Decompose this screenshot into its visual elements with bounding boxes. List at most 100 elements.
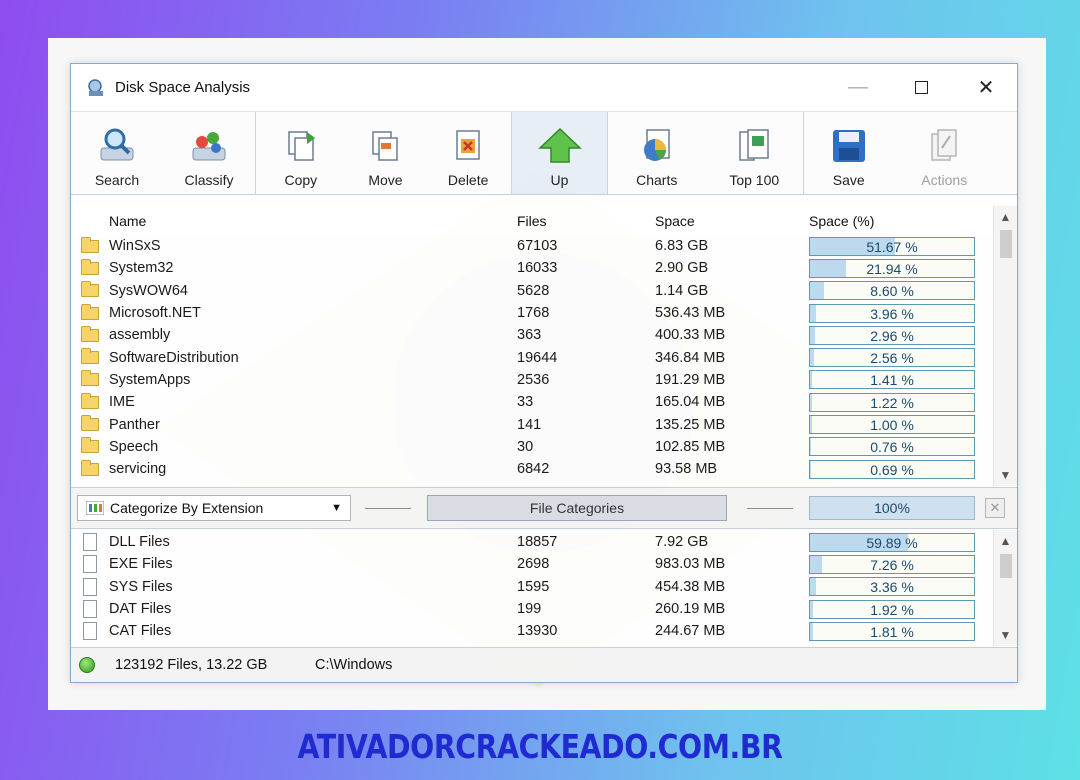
table-row[interactable]: SoftwareDistribution 19644 346.84 MB 2.56 % (71, 346, 995, 368)
delete-label: Delete (447, 172, 489, 188)
table-row[interactable]: SYS Files 1595 454.38 MB 3.36 % (71, 576, 995, 598)
folder-icon (81, 281, 99, 298)
table-row[interactable]: servicing 6842 93.58 MB 0.69 % (71, 458, 995, 480)
row-name: assembly (109, 327, 171, 344)
row-space: 6.83 GB (655, 238, 709, 255)
table-row[interactable]: DLL Files 18857 7.92 GB 59.89 % (71, 531, 995, 553)
row-files: 13930 (517, 623, 558, 640)
space-percent-bar: 1.00 % (809, 415, 975, 435)
table-row[interactable]: assembly 363 400.33 MB 2.96 % (71, 324, 995, 346)
row-space: 454.38 MB (655, 578, 726, 595)
delete-button[interactable]: Delete (425, 112, 511, 194)
actions-button[interactable]: Actions (894, 112, 995, 194)
table-row[interactable]: CAT Files 13930 244.67 MB 1.81 % (71, 620, 995, 642)
space-percent-bar: 1.41 % (809, 370, 975, 390)
scroll-down-icon[interactable]: ▼ (994, 464, 1017, 486)
up-arrow-icon (537, 127, 582, 163)
toolbar-group-file-ops: Copy Move Delete (255, 112, 511, 194)
classify-button[interactable]: Classify (163, 112, 255, 194)
row-name: System32 (109, 260, 174, 277)
move-label: Move (368, 172, 403, 188)
save-button[interactable]: Save (804, 112, 894, 194)
row-files: 30 (517, 438, 534, 455)
table-row[interactable]: SysWOW64 5628 1.14 GB 8.60 % (71, 280, 995, 302)
space-percent-text: 2.56 % (870, 350, 914, 367)
table-row[interactable]: IME 33 165.04 MB 1.22 % (71, 391, 995, 413)
app-icon (88, 78, 103, 96)
space-percent-bar: 59.89 % (809, 532, 975, 552)
space-percent-text: 21.94 % (866, 260, 918, 277)
column-files[interactable]: Files (517, 213, 655, 229)
row-name: DLL Files (109, 534, 170, 551)
categories-total: 100% (809, 496, 975, 520)
row-space: 400.33 MB (655, 327, 726, 344)
scroll-up-icon[interactable]: ▲ (994, 530, 1017, 552)
space-percent-bar: 3.36 % (809, 577, 975, 597)
categorize-select[interactable]: Categorize By Extension ▼ (77, 495, 351, 521)
window-title: Disk Space Analysis (115, 79, 251, 96)
column-name[interactable]: Name (109, 213, 517, 229)
row-space: 93.58 MB (655, 461, 718, 478)
row-files: 19644 (517, 349, 558, 366)
charts-label: Charts (636, 172, 678, 188)
minimize-button[interactable]: — (835, 72, 881, 102)
maximize-button[interactable] (898, 72, 944, 102)
row-space: 244.67 MB (655, 623, 726, 640)
space-percent-bar: 3.96 % (809, 303, 975, 323)
status-summary: 123192 Files, 13.22 GB (115, 657, 268, 673)
search-label: Search (94, 172, 140, 188)
row-name: DAT Files (109, 601, 172, 618)
row-name: SystemApps (109, 371, 191, 388)
folder-list-scrollbar[interactable]: ▲ ▼ (993, 206, 1017, 486)
table-row[interactable]: Speech 30 102.85 MB 0.76 % (71, 436, 995, 458)
table-row[interactable]: EXE Files 2698 983.03 MB 7.26 % (71, 553, 995, 575)
table-row[interactable]: SystemApps 2536 191.29 MB 1.41 % (71, 369, 995, 391)
scroll-thumb[interactable] (1000, 554, 1012, 578)
move-button[interactable]: Move (346, 112, 426, 194)
app-window: Disk Space Analysis — ✕ Search Classify … (70, 63, 1018, 683)
category-list-scrollbar[interactable]: ▲ ▼ (993, 530, 1017, 646)
actions-icon (931, 129, 958, 161)
table-row[interactable]: DAT Files 199 260.19 MB 1.92 % (71, 598, 995, 620)
folder-icon (81, 258, 99, 275)
toolbar: Search Classify Copy Move Delete Up Char… (71, 111, 1017, 195)
row-space: 1.14 GB (655, 282, 709, 299)
save-label: Save (832, 172, 865, 188)
dat-file-icon (83, 600, 97, 619)
search-button[interactable]: Search (71, 112, 163, 194)
space-percent-text: 0.76 % (870, 439, 914, 456)
table-row[interactable]: Microsoft.NET 1768 536.43 MB 3.96 % (71, 302, 995, 324)
close-button[interactable]: ✕ (963, 72, 1009, 102)
space-percent-bar: 2.96 % (809, 325, 975, 345)
copy-icon (288, 131, 315, 161)
copy-button[interactable]: Copy (256, 112, 346, 194)
space-percent-text: 3.96 % (870, 305, 914, 322)
row-space: 260.19 MB (655, 601, 726, 618)
charts-button[interactable]: Charts (608, 112, 706, 194)
folder-icon (81, 437, 99, 454)
row-space: 346.84 MB (655, 349, 726, 366)
close-categories-button[interactable]: ✕ (985, 498, 1005, 518)
up-button[interactable]: Up (512, 112, 607, 194)
status-path: C:\Windows (315, 657, 393, 673)
cat-file-icon (83, 622, 97, 641)
status-ok-icon (79, 657, 95, 673)
scroll-thumb[interactable] (1000, 230, 1012, 258)
space-percent-bar: 0.69 % (809, 459, 975, 479)
top100-button[interactable]: Top 100 (706, 112, 804, 194)
column-space[interactable]: Space (655, 213, 809, 229)
scroll-up-icon[interactable]: ▲ (994, 206, 1017, 228)
table-row[interactable]: Panther 141 135.25 MB 1.00 % (71, 413, 995, 435)
column-space-pct[interactable]: Space (%) (809, 213, 975, 229)
row-files: 6842 (517, 461, 550, 478)
category-list: DLL Files 18857 7.92 GB 59.89 % EXE Files 269… (71, 531, 995, 642)
chevron-down-icon: ▼ (331, 502, 342, 514)
space-percent-text: 3.36 % (870, 579, 914, 596)
save-icon (832, 130, 865, 162)
top100-icon (739, 129, 769, 161)
scroll-down-icon[interactable]: ▼ (994, 624, 1017, 646)
table-row[interactable]: WinSxS 67103 6.83 GB 51.67 % (71, 235, 995, 257)
maximize-icon (914, 80, 928, 94)
table-row[interactable]: System32 16033 2.90 GB 21.94 % (71, 257, 995, 279)
row-files: 141 (517, 416, 542, 433)
